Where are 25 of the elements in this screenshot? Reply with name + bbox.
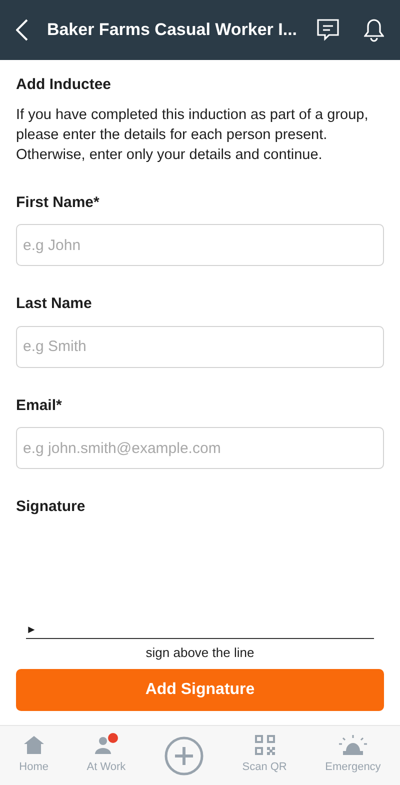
bell-icon[interactable] <box>364 18 384 42</box>
input-field[interactable]: e.g John <box>16 224 384 266</box>
tab-item[interactable]: Emergency <box>325 735 381 776</box>
input-field[interactable]: e.g john.smith@example.com <box>16 427 384 469</box>
tab-item[interactable]: Home <box>19 735 48 776</box>
section-title: Add Inductee <box>16 75 112 95</box>
home-icon <box>22 735 45 756</box>
qr-code-icon <box>254 735 275 756</box>
field-label: Signature <box>16 497 86 517</box>
back-icon[interactable] <box>16 19 28 41</box>
intro-text: If you have completed this induction as part of a group, please enter the details for each person present. Otherwise, enter only your details and continue. <box>16 106 370 164</box>
field-label: Email* <box>16 396 63 416</box>
screen-title: Baker Farms Casual Worker I... <box>46 19 298 42</box>
add-signature-button[interactable]: Add Signature <box>16 669 384 711</box>
input-field[interactable]: e.g Smith <box>16 326 384 368</box>
tab-item[interactable]: Scan QR <box>242 735 287 776</box>
field-label: First Name* <box>16 192 100 212</box>
notification-dot <box>108 733 118 744</box>
hint-text: sign above the line <box>144 644 256 662</box>
pointer-marker: ► <box>26 624 37 636</box>
siren-icon <box>338 735 367 756</box>
tab-item[interactable]: At Work <box>86 735 126 776</box>
add-icon <box>164 736 204 776</box>
message-icon[interactable] <box>316 18 340 42</box>
field-label: Last Name <box>16 294 93 314</box>
